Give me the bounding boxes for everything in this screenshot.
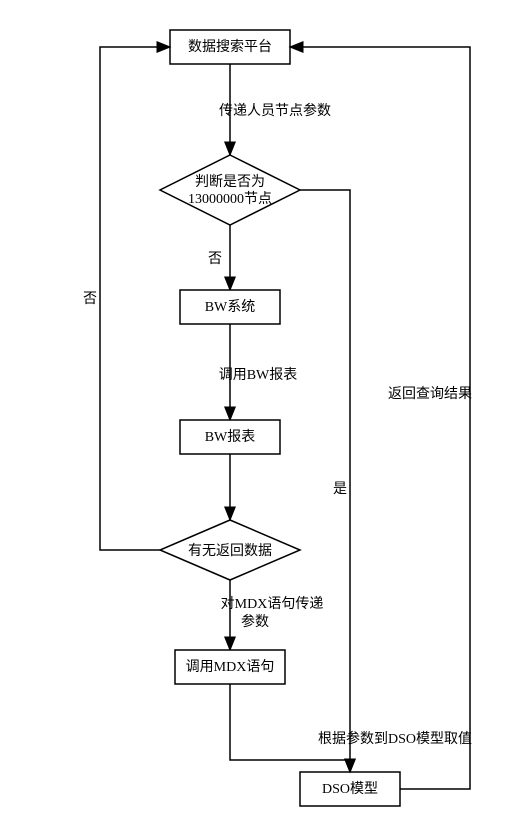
edge-n6-n7 (230, 684, 350, 772)
edge-n5-n1-no-label: 否 (83, 292, 97, 307)
edge-n2-n7-yes (300, 190, 350, 772)
node-bw-system-label: BW系统 (205, 299, 256, 315)
edge-n5-n6-label-l1: 对MDX语句传递 (221, 596, 324, 612)
node-data-search-platform-label: 数据搜索平台 (188, 38, 272, 55)
edge-n2-n7-yes-label: 是 (333, 482, 347, 497)
edge-n6-n7-label: 根据参数到DSO模型取值 (318, 730, 472, 747)
edge-n5-n6-label-l2: 参数 (241, 613, 269, 630)
node-bw-report-label: BW报表 (205, 429, 256, 445)
node-decision-l2: 13000000节点 (188, 191, 272, 207)
edge-n3-n4-label: 调用BW报表 (219, 367, 298, 383)
node-has-return-data-label: 有无返回数据 (188, 543, 272, 559)
node-decision-l1: 判断是否为 (195, 174, 265, 190)
edge-n7-n1-return-label: 返回查询结果 (388, 386, 472, 402)
edge-n2-n3-label: 否 (208, 252, 222, 267)
node-dso-model-label: DSO模型 (322, 781, 378, 797)
edge-n5-n1-no (100, 47, 170, 550)
node-call-mdx-label: 调用MDX语句 (186, 659, 275, 675)
edge-n1-n2-label: 传递人员节点参数 (219, 102, 331, 119)
edge-n7-n1-return (290, 47, 470, 789)
